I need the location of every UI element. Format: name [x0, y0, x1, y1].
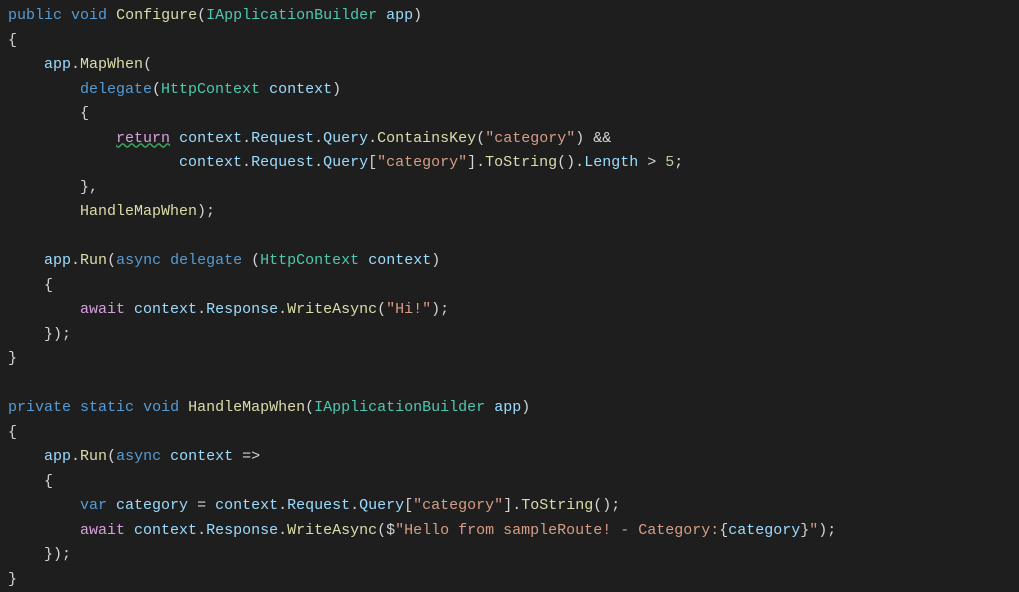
- code-editor[interactable]: public void Configure(IApplicationBuilde…: [0, 0, 1019, 592]
- type-token: IApplicationBuilder: [206, 7, 377, 24]
- variable-token: app: [44, 56, 71, 73]
- code-line: return context.Request.Query.ContainsKey…: [8, 130, 611, 147]
- variable-token: app: [494, 399, 521, 416]
- variable-token: context: [134, 301, 197, 318]
- variable-token: app: [44, 252, 71, 269]
- code-line: await context.Response.WriteAsync("Hi!")…: [8, 301, 449, 318]
- code-line: [8, 228, 17, 245]
- keyword-token: void: [143, 399, 179, 416]
- await-keyword-token: await: [80, 522, 125, 539]
- method-token: ContainsKey: [377, 130, 476, 147]
- variable-token: Query: [359, 497, 404, 514]
- type-token: HttpContext: [161, 81, 260, 98]
- code-line: }: [8, 350, 17, 367]
- code-line: app.Run(async context =>: [8, 448, 260, 465]
- method-token: HandleMapWhen: [188, 399, 305, 416]
- variable-token: Request: [287, 497, 350, 514]
- keyword-token: var: [80, 497, 107, 514]
- method-token: ToString: [521, 497, 593, 514]
- code-line: public void Configure(IApplicationBuilde…: [8, 7, 422, 24]
- variable-token: Query: [323, 154, 368, 171]
- code-line: app.MapWhen(: [8, 56, 152, 73]
- variable-token: app: [44, 448, 71, 465]
- variable-token: category: [728, 522, 800, 539]
- operator-token: &&: [593, 130, 611, 147]
- code-line: await context.Response.WriteAsync($"Hell…: [8, 522, 836, 539]
- code-line: {: [8, 424, 17, 441]
- string-token: "category": [377, 154, 467, 171]
- type-token: HttpContext: [260, 252, 359, 269]
- method-token: Run: [80, 448, 107, 465]
- method-token: WriteAsync: [287, 301, 377, 318]
- variable-token: Request: [251, 154, 314, 171]
- method-token: MapWhen: [80, 56, 143, 73]
- code-line: context.Request.Query["category"].ToStri…: [8, 154, 683, 171]
- code-line: {: [8, 277, 53, 294]
- variable-token: Query: [323, 130, 368, 147]
- await-keyword-token: await: [80, 301, 125, 318]
- variable-token: Request: [251, 130, 314, 147]
- operator-token: $: [386, 522, 395, 539]
- keyword-token: delegate: [170, 252, 242, 269]
- string-token: "category": [485, 130, 575, 147]
- code-line: });: [8, 546, 71, 563]
- variable-token: Response: [206, 522, 278, 539]
- number-token: 5: [665, 154, 674, 171]
- code-line: delegate(HttpContext context): [8, 81, 341, 98]
- method-token: Configure: [116, 7, 197, 24]
- variable-token: app: [386, 7, 413, 24]
- type-token: IApplicationBuilder: [314, 399, 485, 416]
- string-token: "Hello from sampleRoute! - Category:: [395, 522, 719, 539]
- code-line: app.Run(async delegate (HttpContext cont…: [8, 252, 440, 269]
- keyword-token: async: [116, 252, 161, 269]
- variable-token: context: [170, 448, 233, 465]
- keyword-token: private: [8, 399, 71, 416]
- code-line: HandleMapWhen);: [8, 203, 215, 220]
- variable-token: Length: [584, 154, 638, 171]
- code-line: private static void HandleMapWhen(IAppli…: [8, 399, 530, 416]
- variable-token: category: [116, 497, 188, 514]
- return-keyword-token: return: [116, 130, 170, 147]
- variable-token: context: [179, 130, 242, 147]
- keyword-token: delegate: [80, 81, 152, 98]
- method-token: ToString: [485, 154, 557, 171]
- variable-token: context: [215, 497, 278, 514]
- method-token: WriteAsync: [287, 522, 377, 539]
- code-line: }: [8, 571, 17, 588]
- method-token: Run: [80, 252, 107, 269]
- variable-token: context: [368, 252, 431, 269]
- string-token: "category": [413, 497, 503, 514]
- code-line: var category = context.Request.Query["ca…: [8, 497, 620, 514]
- variable-token: context: [179, 154, 242, 171]
- code-line: {: [8, 105, 89, 122]
- code-line: {: [8, 473, 53, 490]
- string-token: "Hi!": [386, 301, 431, 318]
- variable-token: context: [269, 81, 332, 98]
- keyword-token: static: [80, 399, 134, 416]
- keyword-token: async: [116, 448, 161, 465]
- code-line: {: [8, 32, 17, 49]
- code-line: });: [8, 326, 71, 343]
- operator-token: =>: [242, 448, 260, 465]
- operator-token: >: [647, 154, 656, 171]
- string-token: ": [809, 522, 818, 539]
- method-token: HandleMapWhen: [80, 203, 197, 220]
- variable-token: Response: [206, 301, 278, 318]
- keyword-token: public: [8, 7, 62, 24]
- code-line: [8, 375, 17, 392]
- keyword-token: void: [71, 7, 107, 24]
- code-line: },: [8, 179, 98, 196]
- variable-token: context: [134, 522, 197, 539]
